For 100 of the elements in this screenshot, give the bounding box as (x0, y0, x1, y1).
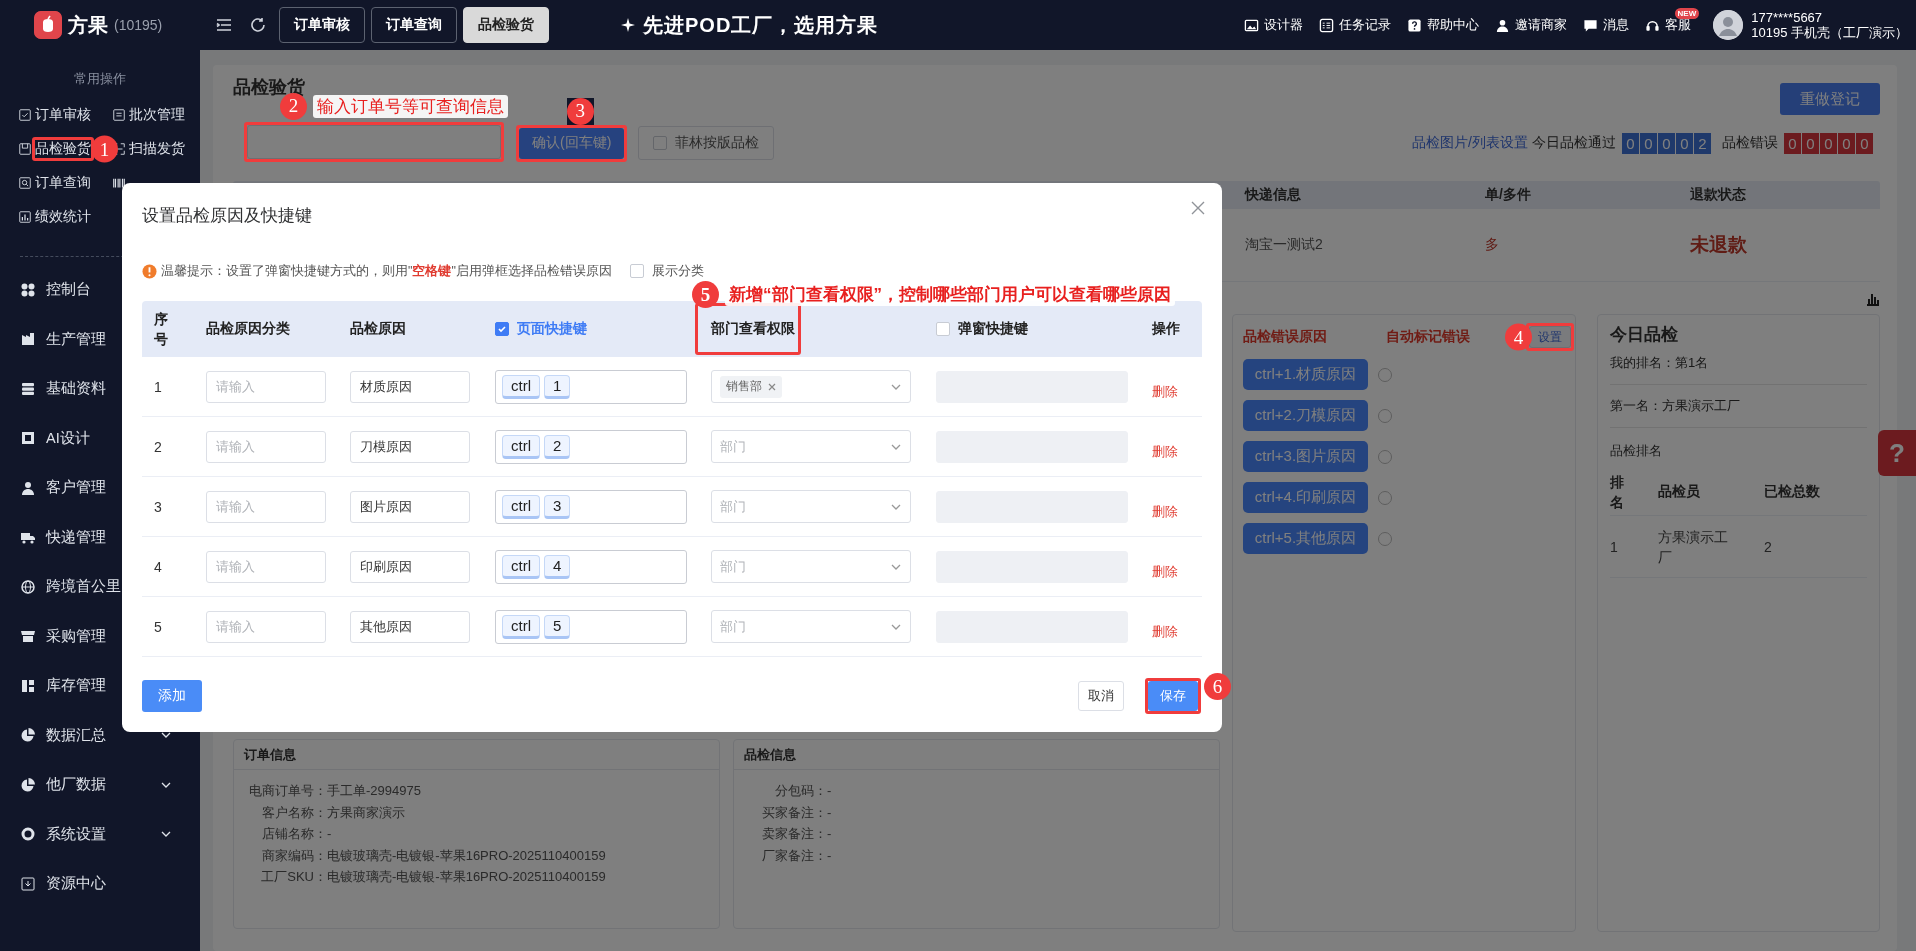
check-square-icon (18, 108, 32, 122)
department-select[interactable]: 销售部 (711, 370, 911, 403)
user-icon (20, 479, 36, 496)
hotkey-field[interactable]: ctrl 2 (495, 429, 687, 464)
column-header: 品检原因分类 (206, 320, 290, 338)
field-label: 客户名称： (261, 804, 327, 820)
store-icon (20, 628, 36, 645)
barcode-icon (112, 176, 126, 190)
header-link[interactable]: 设计器 (1244, 16, 1304, 34)
hotkey-field[interactable]: ctrl 4 (495, 549, 687, 584)
radio-button[interactable] (1378, 490, 1392, 505)
field-value: 手工单-2994975 (327, 783, 421, 799)
panel-title: 品检信息 (744, 745, 796, 764)
field-value: - (827, 826, 832, 842)
row-number: 1 (153, 378, 163, 395)
reason-input[interactable]: 图片原因 (350, 490, 470, 523)
key-chip: 3 (544, 494, 571, 519)
sidebar-item[interactable]: 资源中心 (0, 859, 200, 909)
shortcut-item[interactable]: 批次管理 (129, 106, 185, 124)
close-icon[interactable] (1190, 200, 1206, 216)
shortcut-item[interactable]: 订单查询 (35, 174, 91, 192)
shortcut-item[interactable]: 绩效统计 (35, 208, 91, 226)
reason-input[interactable]: 印刷原因 (350, 550, 470, 583)
nav-tab[interactable]: 品检验货 (463, 7, 549, 43)
shortcut-item[interactable]: 品检验货 (35, 140, 91, 158)
shortcut-item[interactable]: 订单审核 (35, 106, 91, 124)
checkbox[interactable] (629, 264, 644, 278)
header-link[interactable]: 消息 (1583, 16, 1630, 34)
hotkey-field[interactable]: ctrl 5 (495, 609, 687, 644)
header-link[interactable]: 任务记录 (1319, 16, 1392, 34)
column-header: 品检原因 (350, 320, 406, 338)
checkmark-icon (497, 324, 507, 334)
category-input[interactable]: 请输入 (206, 550, 326, 583)
radio-button[interactable] (1378, 408, 1392, 423)
refresh-icon[interactable] (249, 16, 267, 34)
chip-icon (20, 430, 36, 447)
user-icon (1495, 17, 1511, 33)
reason-input[interactable]: 刀模原因 (350, 430, 470, 463)
cancel-button[interactable]: 取消 (1078, 681, 1124, 711)
hotkey-field[interactable]: ctrl 3 (495, 489, 687, 524)
field-value: - (827, 804, 832, 820)
nav-tab[interactable]: 订单审核 (279, 7, 365, 43)
hotkey-field[interactable]: ctrl 1 (495, 369, 687, 404)
header-link[interactable]: 客服 (1645, 16, 1692, 34)
dialog-title: 设置品检原因及快捷键 (142, 204, 312, 227)
avatar[interactable] (1713, 10, 1744, 40)
step-badge: 1 (91, 135, 118, 163)
counter-digit: 0 (1820, 132, 1838, 154)
key-chip: ctrl (502, 434, 540, 459)
delete-link[interactable]: 删除 (1152, 612, 1178, 641)
delete-link[interactable]: 删除 (1152, 552, 1178, 581)
table-cell-text: 方果演示工厂 (1658, 527, 1729, 567)
header-link[interactable]: 邀请商家 (1495, 16, 1568, 34)
list-icon (1319, 17, 1335, 33)
checkbox-label[interactable]: 展示分类 (651, 262, 704, 280)
brand-name: 方果 (68, 12, 108, 38)
checkbox-button[interactable]: 菲林按版品检 (638, 126, 775, 160)
radio-button[interactable] (1378, 531, 1392, 546)
reason-input[interactable]: 其他原因 (350, 610, 470, 643)
category-input[interactable]: 请输入 (206, 430, 326, 463)
row-number: 2 (153, 438, 163, 455)
shortcut-item[interactable]: 扫描发货 (129, 140, 185, 158)
field-label: 工厂SKU： (260, 869, 327, 885)
sidebar-item[interactable]: 他厂数据 (0, 760, 200, 810)
checkbox[interactable] (495, 322, 509, 336)
column-header: 序号 (154, 310, 169, 349)
image-icon (1244, 17, 1260, 33)
header-link[interactable]: 帮助中心 (1407, 16, 1480, 34)
checkbox[interactable] (936, 322, 950, 336)
step-badge: 4 (1505, 323, 1532, 351)
key-chip: ctrl (502, 614, 540, 639)
delete-link[interactable]: 删除 (1152, 432, 1178, 461)
document-icon (112, 108, 126, 122)
remove-icon[interactable] (768, 382, 776, 391)
reason-input[interactable]: 材质原因 (350, 370, 470, 403)
delete-link[interactable]: 删除 (1152, 492, 1178, 521)
key-chip: ctrl (502, 374, 540, 399)
radio-button[interactable] (1378, 367, 1392, 382)
sidebar-item[interactable]: 数据汇总 (0, 710, 200, 760)
nav-tab[interactable]: 订单查询 (371, 7, 457, 43)
menu-icon[interactable] (215, 16, 233, 34)
building-icon (20, 331, 36, 348)
category-input[interactable]: 请输入 (206, 610, 326, 643)
panel-title: 自动标记错误 (1386, 328, 1470, 346)
category-input[interactable]: 请输入 (206, 370, 326, 403)
sidebar-item[interactable]: 系统设置 (0, 809, 200, 859)
key-chip: ctrl (502, 494, 540, 519)
category-input[interactable]: 请输入 (206, 490, 326, 523)
blocks-icon (20, 677, 36, 694)
globe-icon (20, 578, 36, 595)
annotation-note: 输入订单号等可查询信息 (313, 94, 508, 118)
box-icon (18, 142, 32, 156)
question-icon (1407, 17, 1423, 33)
database-icon (20, 380, 36, 397)
column-header: 排名 (1610, 472, 1625, 512)
counter-digit: 0 (1622, 132, 1640, 154)
bar-chart-icon[interactable] (1866, 292, 1880, 306)
radio-button[interactable] (1378, 449, 1392, 464)
table-cell: 2 (1764, 538, 1772, 555)
delete-link[interactable]: 删除 (1152, 372, 1178, 401)
